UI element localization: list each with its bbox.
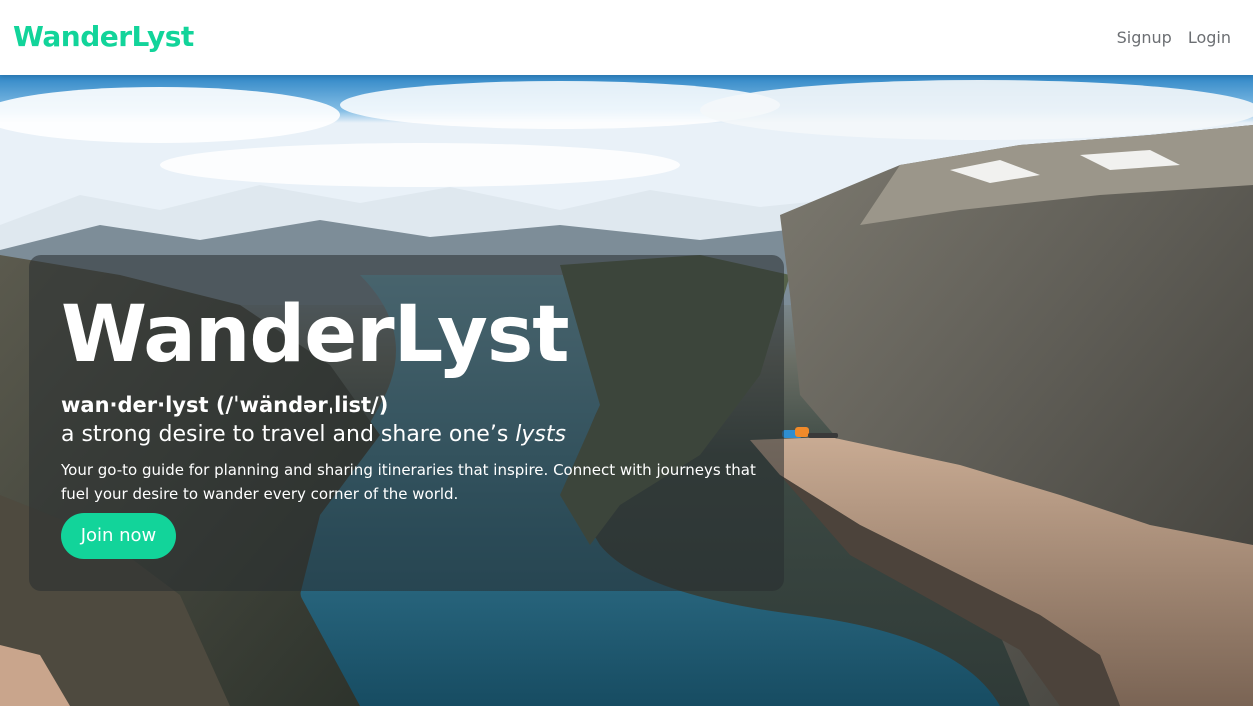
login-link[interactable]: Login bbox=[1188, 26, 1231, 50]
top-navbar: WanderLyst Signup Login bbox=[0, 0, 1253, 75]
nav-links: Signup Login bbox=[1117, 26, 1231, 50]
hero-description: Your go-to guide for planning and sharin… bbox=[61, 461, 756, 503]
hero-title: WanderLyst bbox=[61, 290, 570, 380]
hero-pronunciation: wan·der·lyst (/ˈwändərˌlist/) bbox=[61, 393, 389, 417]
hero-section: WanderLyst wan·der·lyst (/ˈwändərˌlist/)… bbox=[0, 75, 1253, 706]
brand-logo-link[interactable]: WanderLyst bbox=[13, 17, 194, 57]
signup-link[interactable]: Signup bbox=[1117, 26, 1172, 50]
hero-definition-text: a strong desire to travel and share one’… bbox=[61, 422, 516, 447]
hero-card: WanderLyst wan·der·lyst (/ˈwändərˌlist/)… bbox=[29, 255, 784, 591]
hero-definition: a strong desire to travel and share one’… bbox=[61, 420, 566, 450]
hero-definition-emphasis: lysts bbox=[515, 422, 566, 447]
join-now-button[interactable]: Join now bbox=[61, 513, 176, 559]
